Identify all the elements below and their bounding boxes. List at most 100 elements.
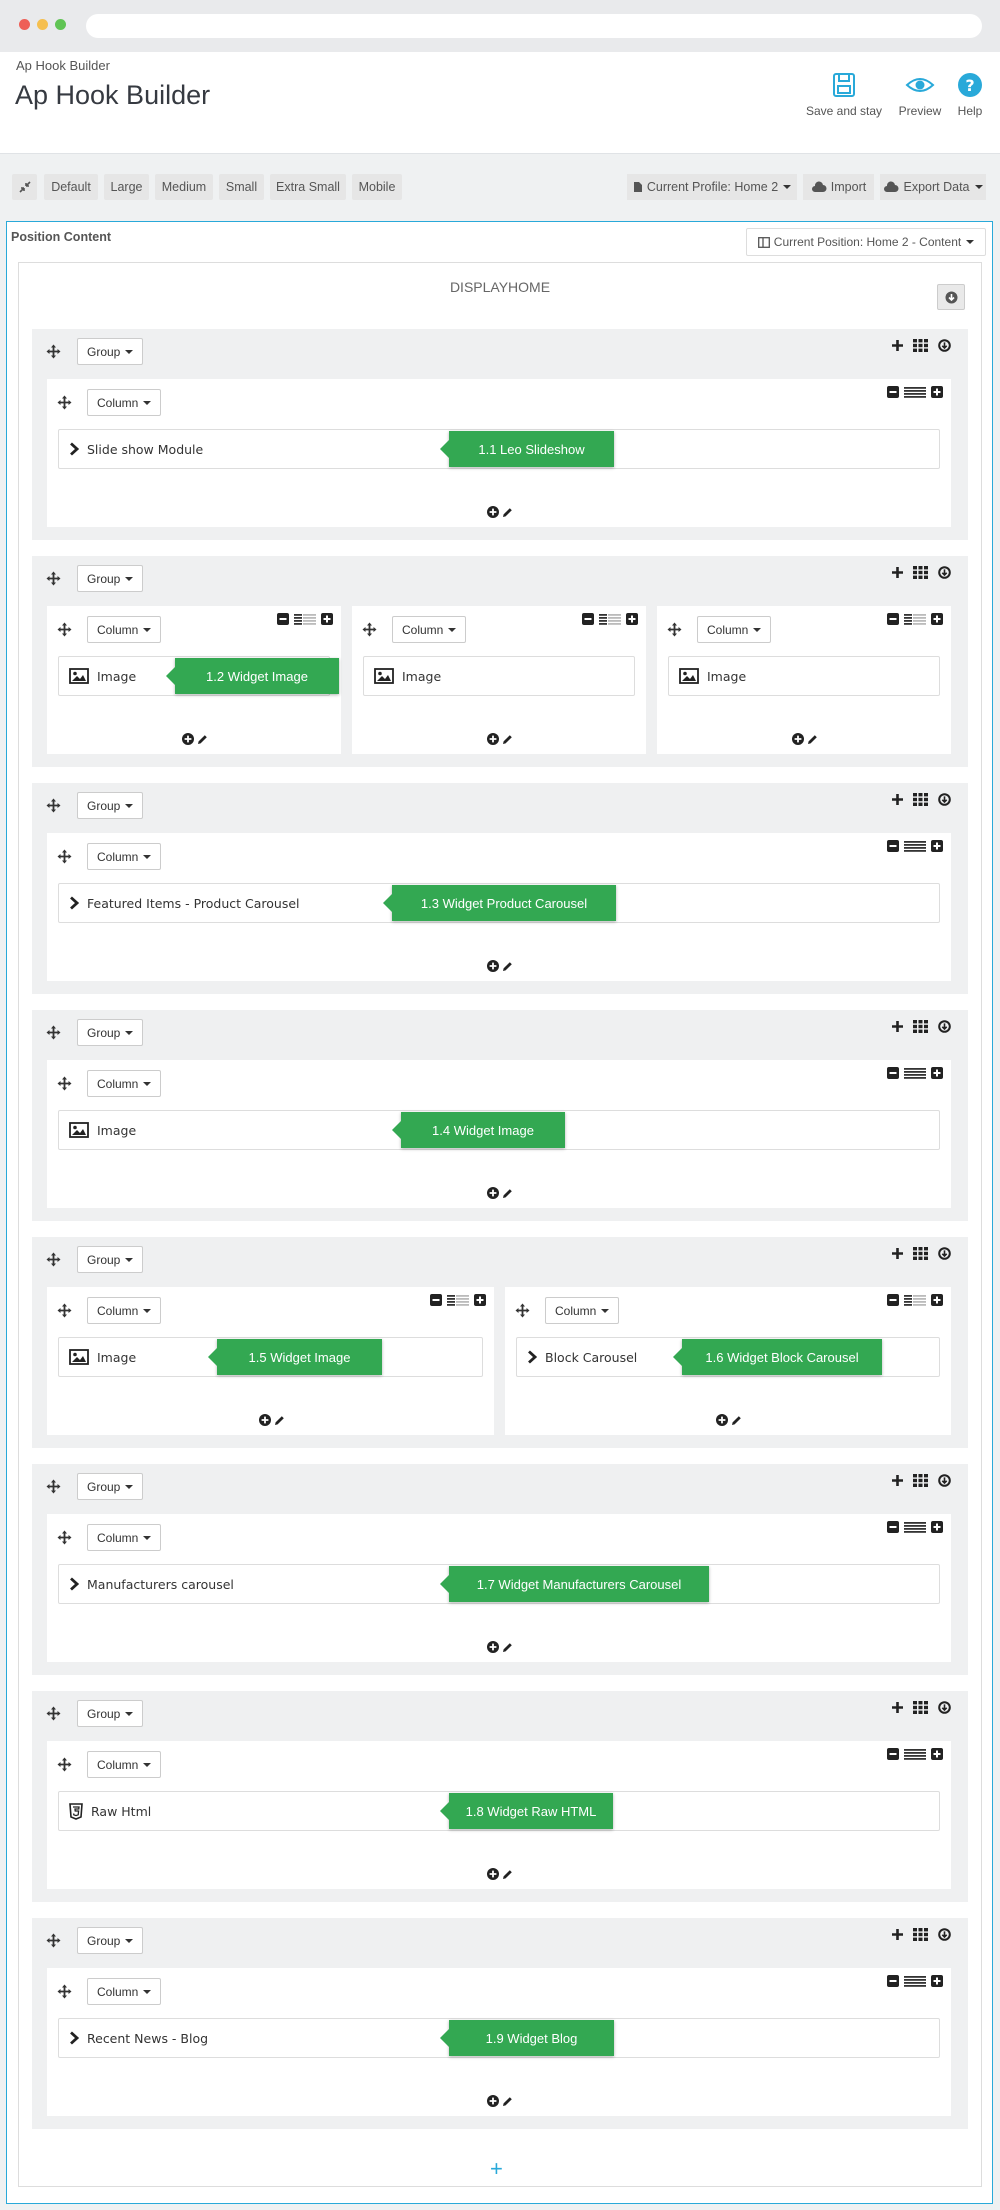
column-move-icon[interactable] [362, 622, 377, 637]
group-dropdown[interactable]: Group [77, 338, 144, 365]
group-move-icon[interactable] [46, 798, 61, 813]
edit-column-icon[interactable] [502, 734, 513, 745]
increase-width-icon[interactable] [931, 1521, 943, 1533]
add-column-icon[interactable] [891, 1247, 904, 1260]
group-dropdown[interactable]: Group [77, 1019, 144, 1046]
column-grid-icon[interactable] [913, 1701, 928, 1714]
increase-width-icon[interactable] [474, 1294, 486, 1306]
edit-column-icon[interactable] [502, 507, 513, 518]
column-dropdown[interactable]: Column [87, 1751, 162, 1778]
add-column-icon[interactable] [891, 1701, 904, 1714]
column-move-icon[interactable] [57, 1303, 72, 1318]
group-collapse-icon[interactable] [938, 1247, 951, 1260]
column-move-icon[interactable] [57, 849, 72, 864]
add-widget-icon[interactable] [487, 1641, 499, 1653]
column-grid-icon[interactable] [913, 1247, 928, 1260]
column-dropdown[interactable]: Column [87, 616, 162, 643]
reduce-width-icon[interactable] [887, 1975, 899, 1987]
reduce-width-icon[interactable] [887, 840, 899, 852]
group-dropdown[interactable]: Group [77, 1246, 144, 1273]
group-move-icon[interactable] [46, 1479, 61, 1494]
increase-width-icon[interactable] [931, 840, 943, 852]
widget-item[interactable]: Image [668, 656, 940, 696]
add-column-icon[interactable] [891, 1928, 904, 1941]
add-widget-icon[interactable] [487, 1868, 499, 1880]
edit-column-icon[interactable] [502, 1642, 513, 1653]
widget-item[interactable]: Image [363, 656, 635, 696]
add-widget-icon[interactable] [487, 960, 499, 972]
add-widget-icon[interactable] [487, 2095, 499, 2107]
maximize-window-dot[interactable] [55, 19, 66, 30]
column-grid-icon[interactable] [913, 793, 928, 806]
export-data-dropdown[interactable]: Export Data [880, 174, 986, 200]
reduce-width-icon[interactable] [430, 1294, 442, 1306]
column-dropdown[interactable]: Column [87, 1297, 162, 1324]
column-dropdown[interactable]: Column [545, 1297, 620, 1324]
increase-width-icon[interactable] [931, 1067, 943, 1079]
group-move-icon[interactable] [46, 344, 61, 359]
edit-column-icon[interactable] [274, 1415, 285, 1426]
column-dropdown[interactable]: Column [87, 1524, 162, 1551]
column-dropdown[interactable]: Column [87, 1978, 162, 2005]
add-widget-icon[interactable] [792, 733, 804, 745]
edit-column-icon[interactable] [502, 1869, 513, 1880]
reduce-width-icon[interactable] [887, 613, 899, 625]
reduce-width-icon[interactable] [887, 1748, 899, 1760]
increase-width-icon[interactable] [931, 1748, 943, 1760]
increase-width-icon[interactable] [931, 386, 943, 398]
breakpoint-medium[interactable]: Medium [155, 174, 213, 200]
column-move-icon[interactable] [57, 622, 72, 637]
increase-width-icon[interactable] [626, 613, 638, 625]
add-widget-icon[interactable] [182, 733, 194, 745]
address-bar[interactable] [86, 14, 982, 38]
group-dropdown[interactable]: Group [77, 792, 144, 819]
group-dropdown[interactable]: Group [77, 1927, 144, 1954]
column-dropdown[interactable]: Column [697, 616, 772, 643]
group-collapse-icon[interactable] [938, 1474, 951, 1487]
column-grid-icon[interactable] [913, 1928, 928, 1941]
group-dropdown[interactable]: Group [77, 1473, 144, 1500]
column-move-icon[interactable] [57, 1076, 72, 1091]
add-widget-icon[interactable] [258, 1414, 271, 1426]
group-collapse-icon[interactable] [938, 566, 951, 579]
add-widget-icon[interactable] [716, 1414, 728, 1426]
group-move-icon[interactable] [46, 1706, 61, 1721]
edit-column-icon[interactable] [197, 734, 208, 745]
column-dropdown[interactable]: Column [87, 1070, 162, 1097]
group-collapse-icon[interactable] [938, 1928, 951, 1941]
column-grid-icon[interactable] [913, 339, 928, 352]
minimize-window-dot[interactable] [37, 19, 48, 30]
increase-width-icon[interactable] [931, 613, 943, 625]
edit-column-icon[interactable] [807, 734, 818, 745]
column-dropdown[interactable]: Column [87, 843, 162, 870]
column-dropdown[interactable]: Column [87, 389, 162, 416]
edit-column-icon[interactable] [502, 1188, 513, 1199]
column-move-icon[interactable] [57, 1984, 72, 1999]
group-dropdown[interactable]: Group [77, 565, 144, 592]
collapse-hook-button[interactable] [937, 284, 965, 310]
add-widget-icon[interactable] [487, 733, 499, 745]
column-grid-icon[interactable] [913, 1474, 928, 1487]
close-window-dot[interactable] [19, 19, 30, 30]
add-group-button[interactable]: + [490, 2158, 503, 2180]
breakpoint-mobile[interactable]: Mobile [352, 174, 402, 200]
group-move-icon[interactable] [46, 1933, 61, 1948]
increase-width-icon[interactable] [321, 613, 333, 625]
breakpoint-large[interactable]: Large [104, 174, 149, 200]
column-move-icon[interactable] [57, 1530, 72, 1545]
add-column-icon[interactable] [891, 566, 904, 579]
column-grid-icon[interactable] [913, 1020, 928, 1033]
column-move-icon[interactable] [515, 1303, 530, 1318]
column-move-icon[interactable] [57, 1757, 72, 1772]
group-move-icon[interactable] [46, 1252, 61, 1267]
current-profile-dropdown[interactable]: Current Profile: Home 2 [627, 174, 797, 200]
breadcrumb[interactable]: Ap Hook Builder [16, 58, 110, 73]
help-button[interactable]: ? Help [953, 72, 987, 118]
breakpoint-small[interactable]: Small [219, 174, 264, 200]
add-widget-icon[interactable] [487, 506, 499, 518]
group-move-icon[interactable] [46, 571, 61, 586]
increase-width-icon[interactable] [931, 1975, 943, 1987]
group-collapse-icon[interactable] [938, 1701, 951, 1714]
group-move-icon[interactable] [46, 1025, 61, 1040]
reduce-width-icon[interactable] [887, 386, 899, 398]
